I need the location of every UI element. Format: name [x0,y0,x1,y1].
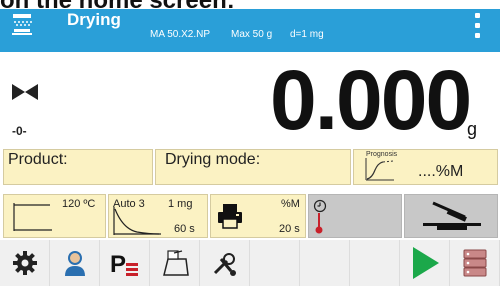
kebab-menu-icon[interactable] [470,11,486,41]
max-capacity-label: Max 50 g [231,29,273,40]
tools-button[interactable] [200,240,250,286]
product-label: Product: [8,151,68,168]
temperature-status-tile[interactable] [308,194,402,238]
mass-unit[interactable]: g [467,119,477,140]
zero-indicator: -0- [12,124,27,138]
printout-tile[interactable]: %M 20 s [210,194,306,238]
stable-indicator-icon [12,84,38,100]
finish-time: 60 s [174,223,195,235]
settings-gear-icon [12,251,37,275]
user-button[interactable] [50,240,100,286]
empty-button-3[interactable] [350,240,400,286]
calibration-scale-icon [162,250,189,276]
settings-button[interactable] [0,240,50,286]
svg-text:P: P [110,251,126,276]
drying-lamp-icon [12,14,32,35]
empty-button-1[interactable] [250,240,300,286]
database-icon [463,249,486,277]
thermometer-icon [315,213,323,234]
printer-icon [218,204,242,229]
start-play-icon [412,247,439,279]
calibration-button[interactable] [150,240,200,286]
model-label: MA 50.X2.NP [150,29,211,40]
start-button[interactable] [400,240,450,286]
caption-text: on the home screen: [0,0,260,9]
standard-profile-icon [13,203,52,231]
finish-mode-tile[interactable]: Auto 3 1 mg 60 s [108,194,208,238]
drying-chamber-lid-icon [423,201,481,230]
clock-icon [313,199,327,213]
finish-mass: 1 mg [168,198,193,210]
app-title: Drying [67,10,121,29]
auto-finish-curve-icon [113,207,161,235]
prognosis-label: Prognosis [366,151,398,158]
tools-icon [213,253,236,276]
drying-mode-label: Drying mode: [165,151,261,168]
product-database-icon: P [110,251,138,276]
database-button[interactable] [450,240,500,286]
profile-temperature: 120 ºC [62,198,96,210]
empty-button-2[interactable] [300,240,350,286]
mass-readout: 0.000 [270,53,472,147]
prognosis-value: ....%M [418,163,464,180]
drying-profile-tile[interactable]: 120 ºC [3,194,106,238]
pan-status-tile[interactable] [404,194,498,238]
finish-mode-label: Auto 3 [113,198,145,210]
product-database-button[interactable]: P [100,240,150,286]
print-interval: 20 s [279,223,300,235]
print-unit: %M [281,198,300,210]
user-icon [64,251,85,276]
division-label: d=1 mg [290,29,324,40]
prognosis-curve-icon [365,158,394,181]
